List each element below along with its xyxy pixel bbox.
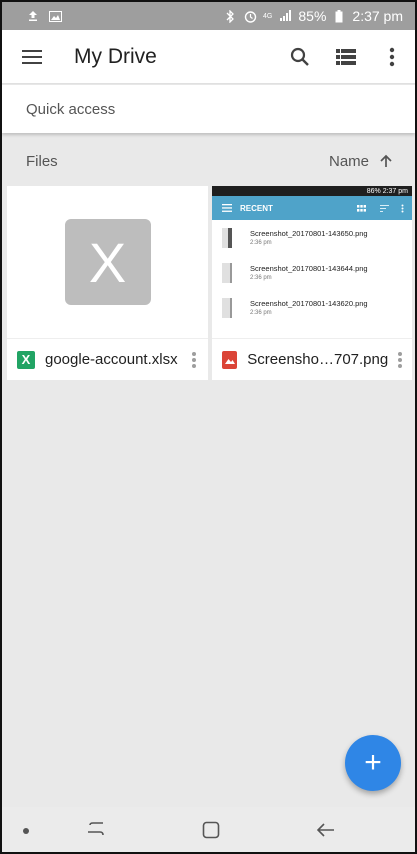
app-bar: My Drive — [2, 30, 415, 84]
preview-title: RECENT — [240, 203, 273, 213]
file-more-button[interactable] — [180, 340, 208, 380]
menu-icon — [222, 204, 232, 212]
file-name: Screensho…707.png — [247, 351, 389, 368]
home-button[interactable] — [191, 815, 231, 845]
quick-access-section[interactable]: Quick access — [2, 85, 415, 133]
file-card[interactable]: 86% 2:37 pm RECENT Screenshot_20170801-1… — [212, 186, 412, 380]
recent-apps-icon — [88, 822, 104, 836]
clock: 2:37 pm — [352, 8, 403, 24]
list-view-icon — [336, 48, 356, 65]
list-item: Screenshot_20170801-143644.png 2:36 pm — [212, 255, 412, 290]
files-header: Files Name — [2, 142, 415, 180]
more-vert-icon — [398, 351, 403, 368]
file-more-button[interactable] — [388, 340, 412, 380]
back-icon — [317, 823, 334, 837]
list-item: Screenshot_20170801-143620.png 2:36 pm — [212, 290, 412, 325]
file-thumbnail: X — [7, 186, 208, 338]
preview-app-bar: RECENT — [212, 196, 412, 220]
arrow-up-icon — [380, 154, 392, 167]
quick-access-label: Quick access — [26, 100, 116, 118]
recent-apps-button[interactable] — [76, 815, 116, 845]
page-title: My Drive — [74, 44, 157, 68]
more-options-button[interactable] — [369, 30, 415, 84]
plus-icon: + — [364, 746, 382, 779]
home-icon — [202, 821, 220, 839]
file-thumbnail: 86% 2:37 pm RECENT Screenshot_20170801-1… — [212, 186, 412, 338]
preview-status-bar: 86% 2:37 pm — [212, 186, 412, 196]
file-card[interactable]: X X google-account.xlsx — [7, 186, 208, 380]
image-file-icon — [222, 262, 232, 283]
view-toggle-button[interactable] — [323, 30, 369, 84]
device-frame: 4G 85% 2:37 pm My Drive Quick access Fil… — [0, 0, 417, 854]
more-vert-icon — [192, 351, 196, 368]
sort-label: Name — [328, 152, 369, 170]
sort-icon — [380, 204, 389, 212]
menu-icon — [22, 49, 42, 64]
more-vert-icon — [401, 204, 404, 212]
image-file-icon — [222, 297, 232, 318]
image-icon — [48, 9, 62, 23]
network-type: 4G — [263, 12, 273, 20]
menu-button[interactable] — [2, 30, 62, 84]
new-button[interactable]: + — [345, 735, 401, 791]
alarm-icon — [243, 9, 257, 23]
list-item: Screenshot_20170801-143650.png 2:36 pm — [212, 220, 412, 255]
spreadsheet-icon: X — [17, 350, 35, 369]
upload-icon — [26, 9, 40, 23]
files-label: Files — [26, 152, 58, 170]
battery-icon — [332, 9, 346, 23]
sort-button[interactable]: Name — [329, 153, 415, 170]
more-vert-icon — [389, 47, 395, 66]
system-nav-bar — [2, 807, 415, 852]
image-icon — [222, 350, 238, 369]
image-file-icon — [222, 227, 232, 248]
search-icon — [290, 47, 309, 66]
grid-view-icon — [357, 204, 366, 212]
back-button[interactable] — [306, 815, 346, 845]
search-button[interactable] — [277, 30, 323, 84]
bluetooth-icon — [223, 9, 237, 23]
status-bar: 4G 85% 2:37 pm — [2, 2, 415, 30]
file-name: google-account.xlsx — [45, 351, 178, 368]
spreadsheet-icon: X — [64, 219, 151, 305]
nav-indicator-dot — [23, 828, 29, 834]
signal-icon — [278, 9, 292, 23]
battery-percent: 85% — [298, 8, 327, 24]
